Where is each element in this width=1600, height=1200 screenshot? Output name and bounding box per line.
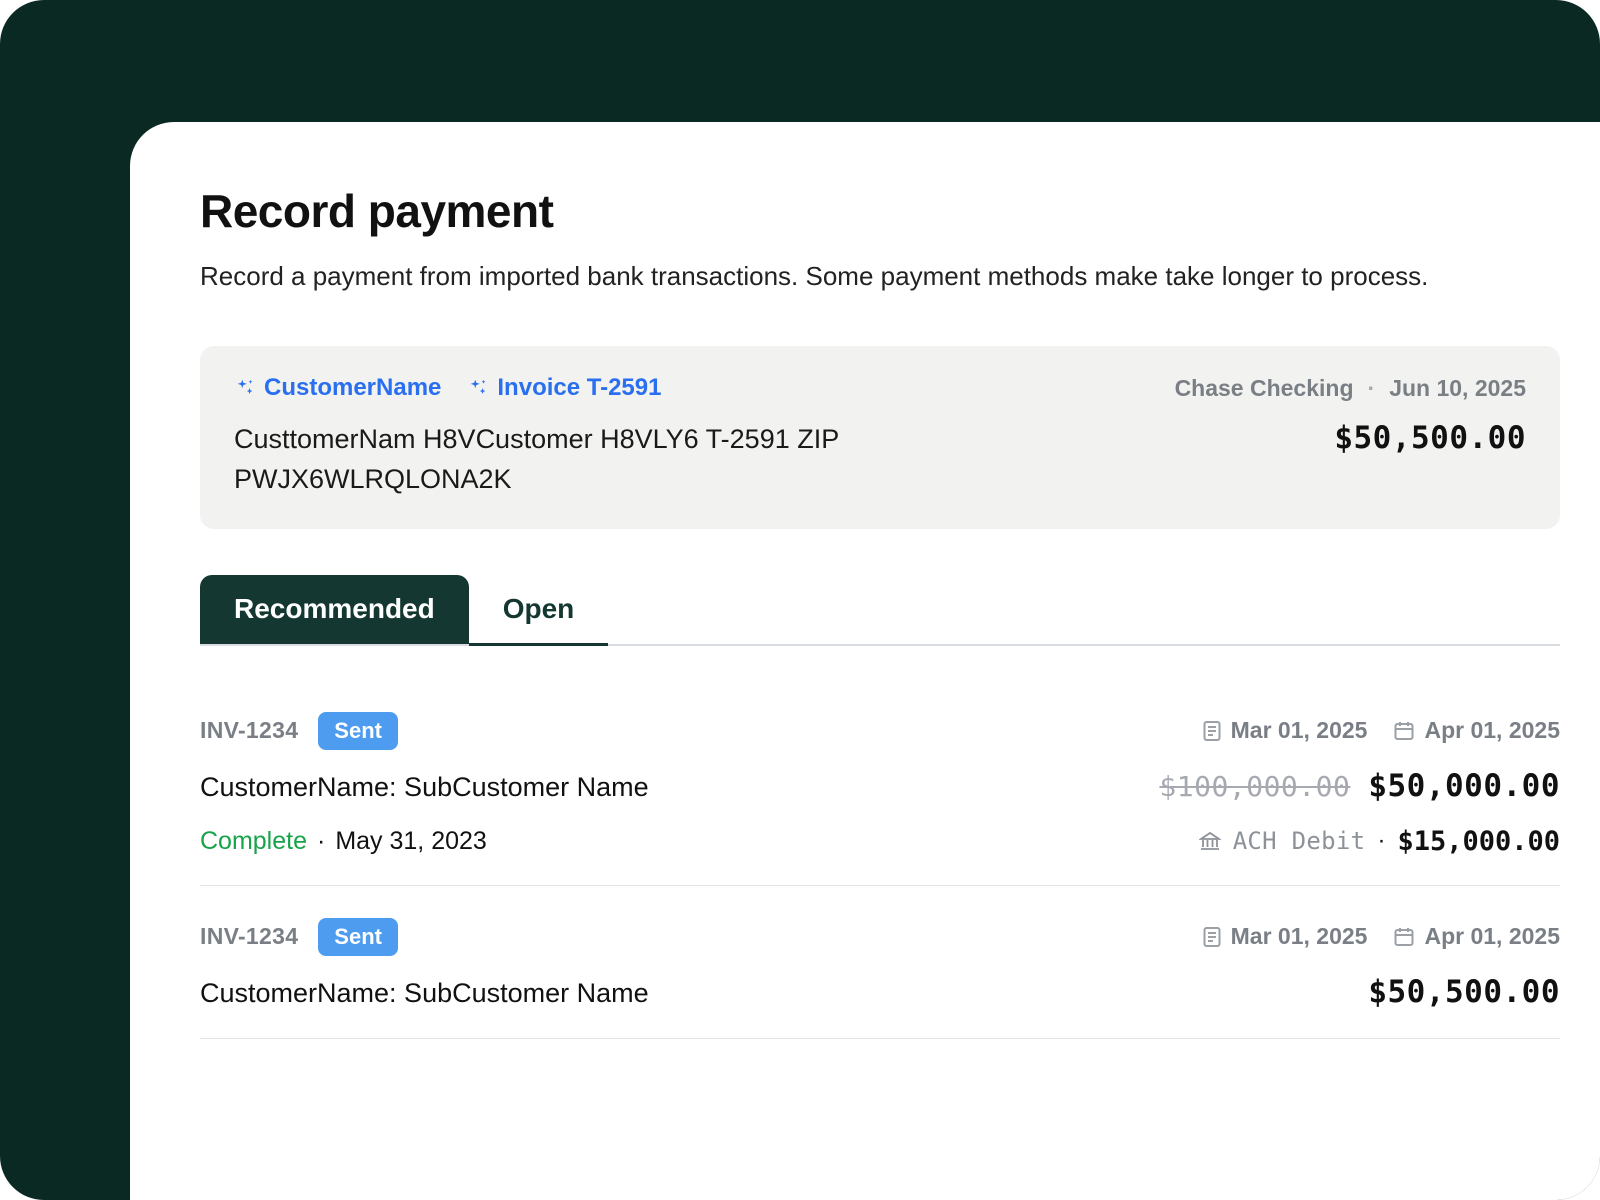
sparkle-icon (234, 377, 256, 399)
transaction-account: Chase Checking (1175, 375, 1354, 402)
sparkle-icon (467, 377, 489, 399)
invoice-customer: CustomerName: SubCustomer Name (200, 772, 649, 803)
payment-method: ACH Debit (1233, 827, 1366, 855)
page-subtitle: Record a payment from imported bank tran… (200, 258, 1560, 294)
transaction-card: CustomerName Invoice T-2591 (200, 346, 1560, 528)
invoice-issue-date: Mar 01, 2025 (1202, 923, 1368, 950)
invoice-amount: $50,000.00 (1368, 768, 1560, 804)
bank-icon (1199, 831, 1221, 851)
calendar-icon (1393, 720, 1415, 742)
invoice-row[interactable]: INV-1234 Sent (200, 680, 1560, 886)
transaction-detail: CusttomerNam H8VCustomer H8VLY6 T-2591 Z… (234, 420, 954, 498)
transaction-date: Jun 10, 2025 (1389, 375, 1526, 402)
payment-amount: $15,000.00 (1397, 826, 1560, 857)
page-title: Record payment (200, 184, 1560, 238)
invoice-due-date: Apr 01, 2025 (1393, 717, 1560, 744)
status-badge: Sent (318, 918, 398, 956)
invoice-id: INV-1234 (200, 923, 298, 950)
calendar-icon (1393, 926, 1415, 948)
complete-date: May 31, 2023 (335, 827, 487, 856)
invoice-issue-date: Mar 01, 2025 (1202, 717, 1368, 744)
transaction-amount: $50,500.00 (1334, 420, 1526, 456)
customer-link-label: CustomerName (264, 374, 441, 402)
document-icon (1202, 720, 1222, 742)
customer-link[interactable]: CustomerName (234, 374, 441, 402)
tab-recommended[interactable]: Recommended (200, 575, 469, 644)
tabs: Recommended Open (200, 575, 1560, 646)
record-payment-panel: Record payment Record a payment from imp… (130, 122, 1600, 1200)
invoice-row[interactable]: INV-1234 Sent (200, 886, 1560, 1039)
invoice-link-label: Invoice T-2591 (497, 374, 661, 402)
invoice-original-amount: $100,000.00 (1159, 770, 1350, 803)
complete-label: Complete (200, 827, 307, 856)
invoice-id: INV-1234 (200, 717, 298, 744)
transaction-meta: Chase Checking · Jun 10, 2025 (1175, 375, 1526, 402)
status-badge: Sent (318, 712, 398, 750)
invoice-due-date: Apr 01, 2025 (1393, 923, 1560, 950)
tab-open[interactable]: Open (469, 575, 609, 646)
invoice-amount: $50,500.00 (1368, 974, 1560, 1010)
payment-status-line: Complete · May 31, 2023 (200, 827, 487, 856)
invoice-link[interactable]: Invoice T-2591 (467, 374, 661, 402)
invoice-customer: CustomerName: SubCustomer Name (200, 978, 649, 1009)
document-icon (1202, 926, 1222, 948)
